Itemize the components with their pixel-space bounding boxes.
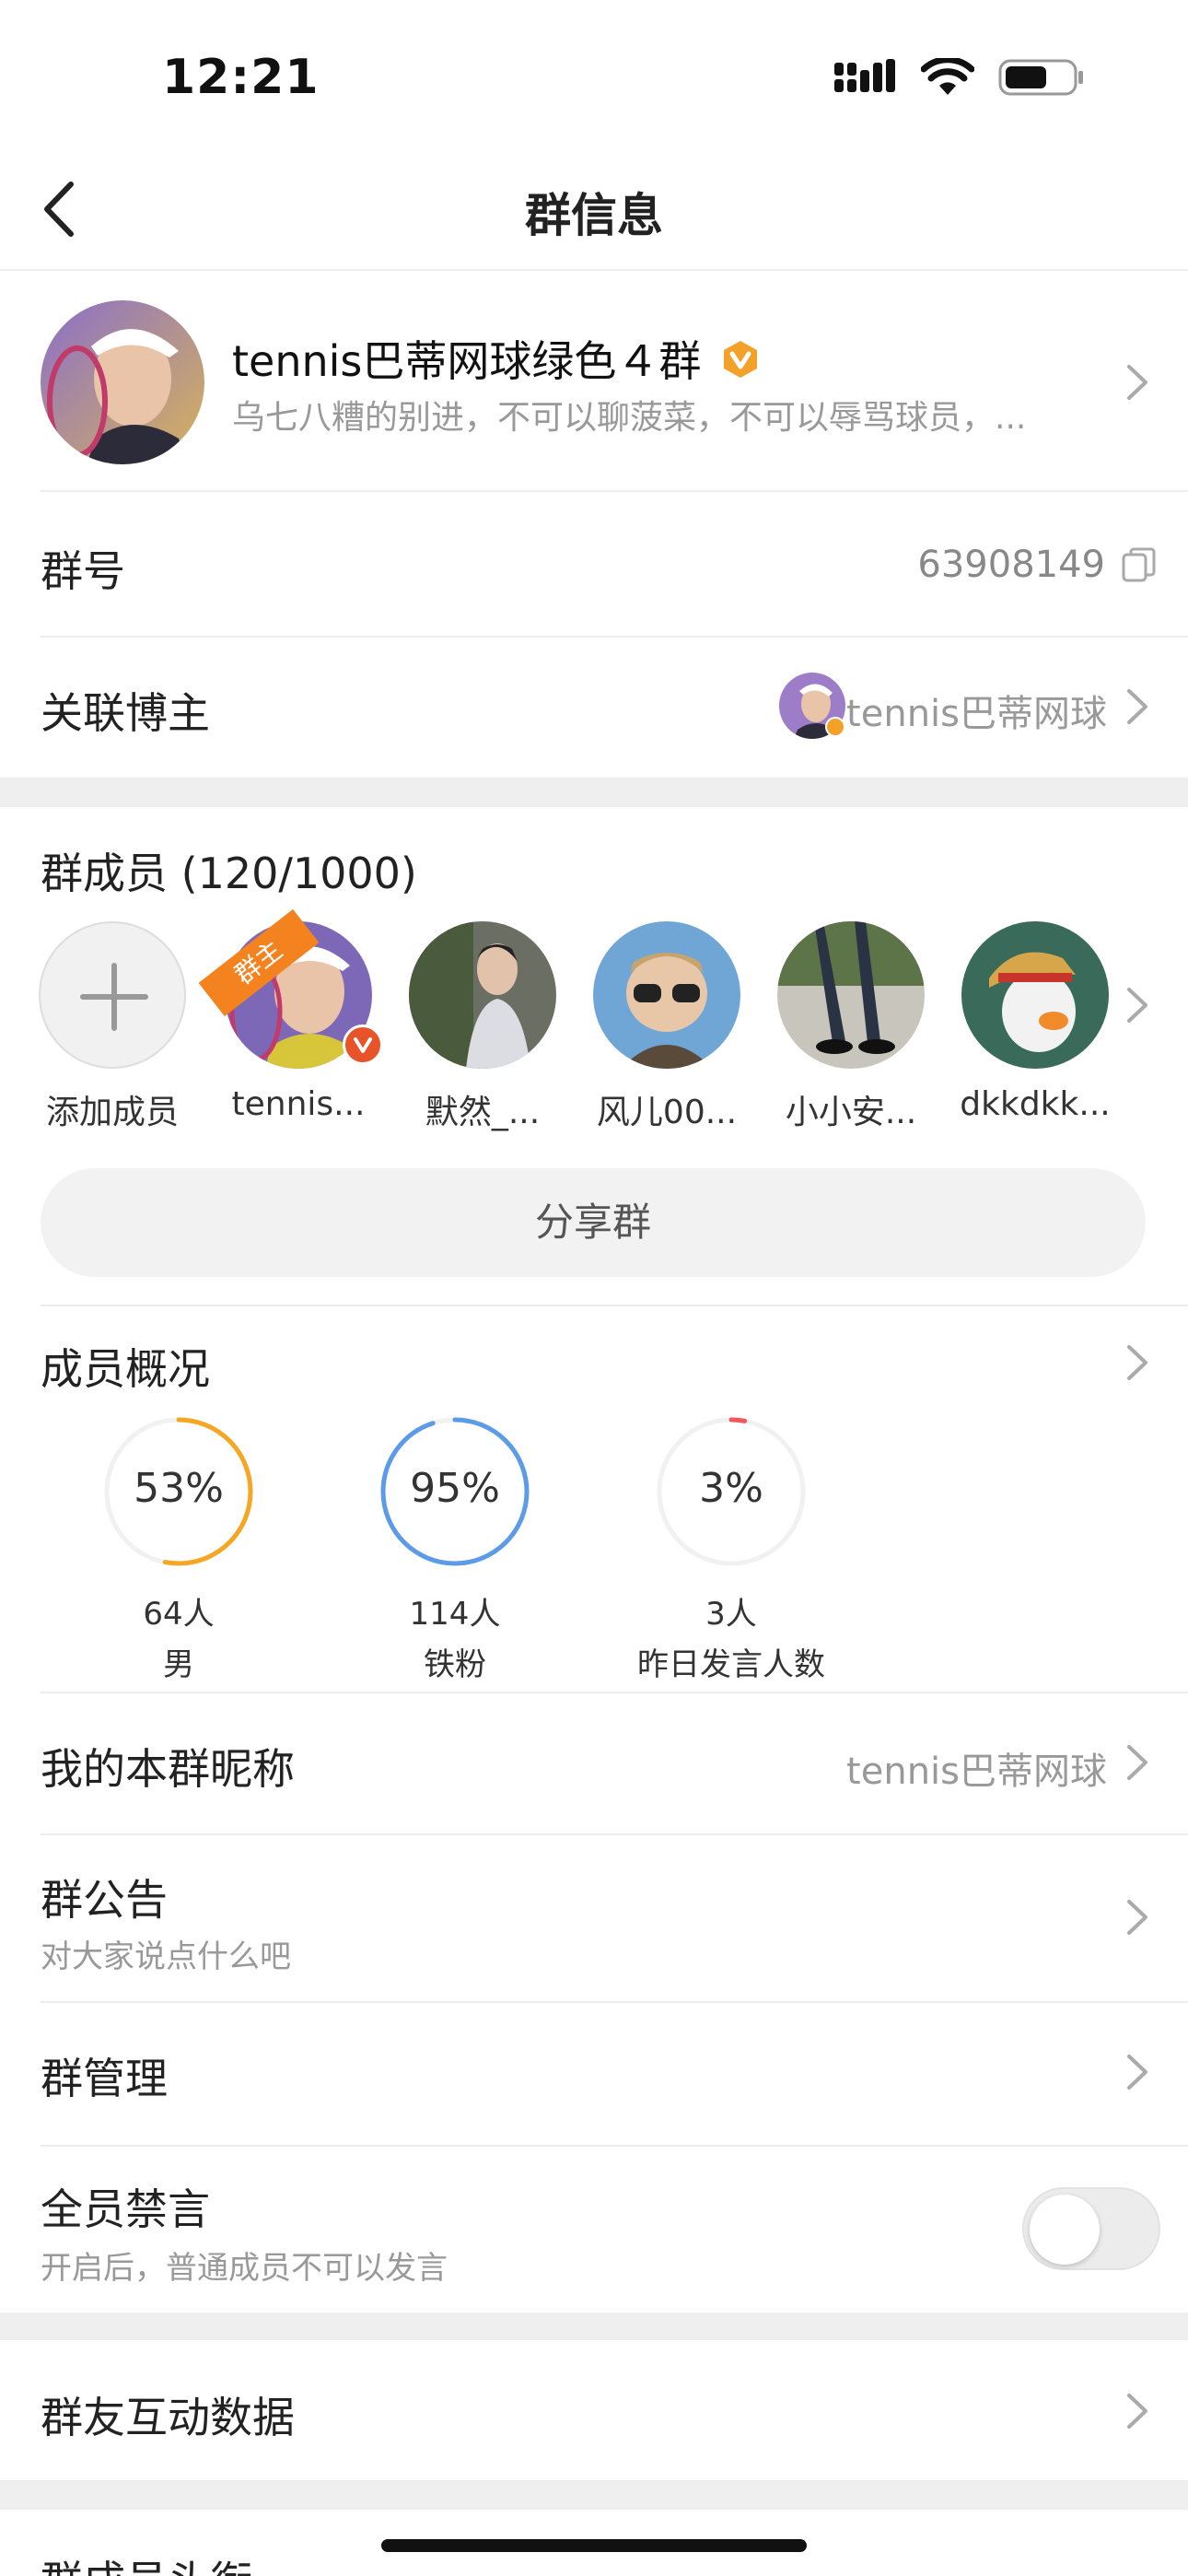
member-titles-label: 群成员头衔 [41, 2548, 252, 2576]
chevron-right-icon [1127, 689, 1147, 724]
stat-label: 铁粉 [424, 1646, 486, 1683]
announcement-label: 群公告 [41, 1875, 168, 1925]
section-gap [0, 2313, 1188, 2340]
announcement-row[interactable] [0, 1835, 1188, 2001]
mute-all-toggle[interactable] [1022, 2187, 1160, 2270]
toggle-knob [1030, 2195, 1100, 2265]
chevron-right-icon [1127, 2055, 1147, 2090]
member-verified-icon [343, 1025, 383, 1065]
chevron-right-icon [1127, 1345, 1147, 1380]
chevron-right-icon [1127, 1745, 1147, 1780]
group-avatar [41, 300, 204, 464]
member-item[interactable]: dkkdkk... [952, 921, 1118, 1123]
stat-count: 114人 [409, 1596, 501, 1633]
management-row[interactable] [0, 2003, 1188, 2145]
nickname-label: 我的本群昵称 [41, 1744, 295, 1794]
member-avatar [409, 921, 556, 1069]
stat-percent: 95% [410, 1465, 500, 1512]
members-list: 添加成员 群主 tennis... 默然_... 风儿00... 小小安... … [39, 908, 1146, 1133]
add-member-label: 添加成员 [45, 1094, 179, 1131]
status-bar: 12:21 [0, 0, 1188, 147]
members-title: 群成员 (120/1000) [41, 849, 417, 898]
wifi-icon [921, 58, 974, 95]
home-indicator [381, 2539, 807, 2552]
mute-all-sub: 开启后，普通成员不可以发言 [41, 2250, 448, 2287]
member-name: 风儿00... [596, 1094, 738, 1131]
status-time: 12:21 [162, 50, 320, 105]
stat-count: 64人 [143, 1596, 215, 1633]
stat-label: 昨日发言人数 [637, 1646, 825, 1683]
blogger-verified-icon [825, 717, 845, 737]
stat-fans: 95% 114人 铁粉 [354, 1413, 556, 1684]
announcement-sub: 对大家说点什么吧 [41, 1938, 291, 1975]
nickname-value: tennis巴蒂网球 [846, 1751, 1107, 1793]
member-item[interactable]: 风儿00... [584, 921, 750, 1133]
management-label: 群管理 [41, 2054, 168, 2103]
stat-percent: 3% [699, 1465, 763, 1512]
status-icons [834, 57, 1085, 98]
member-avatar [593, 921, 740, 1069]
stat-count: 3人 [705, 1596, 757, 1633]
verified-badge-icon [724, 341, 758, 378]
battery-icon [998, 59, 1083, 96]
linked-blogger-name: tennis巴蒂网球 [846, 693, 1107, 735]
member-name: 默然_... [425, 1094, 541, 1131]
member-item[interactable]: 群主 tennis... [198, 908, 383, 1123]
add-member-button[interactable]: 添加成员 [29, 921, 195, 1133]
section-gap [0, 2480, 1188, 2510]
members-more-chevron-icon[interactable] [1124, 986, 1151, 1025]
chevron-right-icon [1127, 1900, 1147, 1935]
navigation-bar: 群信息 [0, 147, 1188, 271]
chevron-right-icon [1127, 365, 1147, 400]
mute-all-label: 全员禁言 [41, 2184, 210, 2234]
section-gap [0, 778, 1188, 807]
member-name: 小小安... [785, 1094, 917, 1131]
page-title: 群信息 [525, 189, 663, 242]
group-number-value: 63908149 [917, 544, 1105, 586]
linked-blogger-label: 关联博主 [41, 688, 210, 738]
member-item[interactable]: 默然_... [400, 921, 565, 1133]
group-name: tennis巴蒂网球绿色４群 [232, 328, 761, 389]
copy-icon[interactable] [1120, 547, 1157, 584]
overview-title: 成员概况 [41, 1344, 210, 1394]
cellular-signal-icon [834, 59, 895, 92]
member-name: dkkdkk... [960, 1085, 1111, 1123]
stat-label: 男 [163, 1646, 194, 1683]
divider [41, 2145, 1188, 2147]
group-number-label: 群号 [41, 546, 125, 596]
plus-icon [80, 963, 148, 1031]
member-avatar [777, 921, 925, 1069]
group-name-text: tennis巴蒂网球绿色４群 [232, 336, 702, 386]
group-description: 乌七八糟的别进，不可以聊菠菜，不可以辱骂球员，... [232, 399, 1027, 437]
member-avatar [961, 921, 1109, 1069]
add-member-circle [39, 921, 186, 1069]
interaction-data-label: 群友互动数据 [41, 2393, 295, 2442]
stat-speakers: 3% 3人 昨日发言人数 [630, 1413, 833, 1684]
stat-male: 53% 64人 男 [77, 1413, 280, 1684]
member-name: tennis... [231, 1085, 366, 1123]
share-group-button[interactable]: 分享群 [41, 1168, 1146, 1277]
chevron-right-icon [1127, 2394, 1147, 2429]
stat-percent: 53% [134, 1465, 224, 1512]
member-item[interactable]: 小小安... [768, 921, 934, 1133]
